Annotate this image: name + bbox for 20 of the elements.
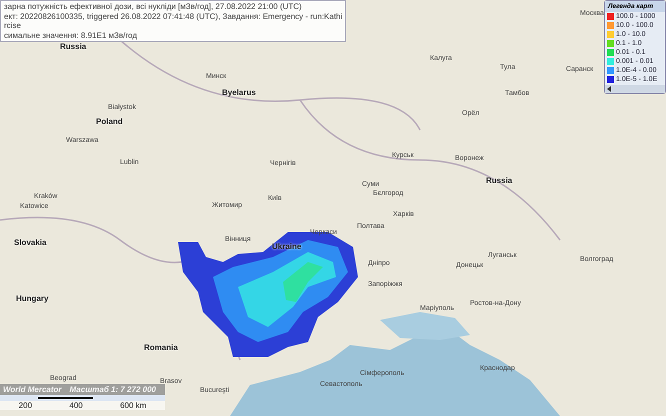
place-label: Ukraine <box>272 242 302 251</box>
scrollbar[interactable] <box>605 85 665 93</box>
place-label: Slovakia <box>14 238 46 247</box>
place-label: Byelarus <box>222 88 256 97</box>
info-text: rcise <box>4 21 22 30</box>
place-label: Romania <box>144 343 178 352</box>
place-label: Russia <box>486 176 512 185</box>
scale-tick-label: 400 <box>69 401 83 410</box>
scale-bar <box>38 397 93 399</box>
place-label: Russia <box>60 42 86 51</box>
place-label: Hungary <box>16 294 48 303</box>
info-text: зарна потужність ефективної дози, всі нукліди [мЗв/год], 27.08.2022 21:00 (UTC) <box>4 2 303 12</box>
info-text: ект: 20220826100335, triggered 26.08.2022 07:41:48 (UTC), Завдання: Emergency - run:Kathi <box>4 12 342 21</box>
scale-tick-label: 200 <box>18 401 32 410</box>
scroll-left-icon[interactable] <box>607 86 611 92</box>
scale-ratio: Масштаб 1: 7 272 000 <box>70 385 156 394</box>
projection-label: World Mercator <box>3 385 62 394</box>
scale-tick-label: 600 km <box>120 401 146 410</box>
info-text: симальне значення: 8.91E1 мЗв/год <box>4 30 138 40</box>
place-label: Poland <box>96 117 123 126</box>
